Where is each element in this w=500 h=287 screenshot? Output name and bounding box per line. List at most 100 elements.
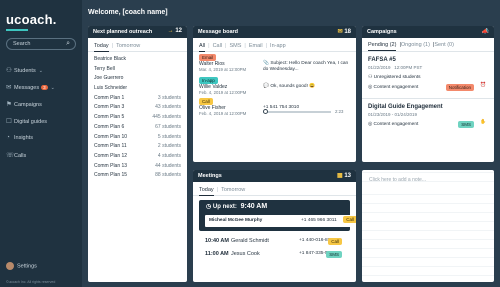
list-item[interactable]: Comm Plan 12 4 students xyxy=(94,153,181,163)
sidebar-item-messages[interactable]: ✉ Messages 3 ⌄ xyxy=(6,83,80,93)
list-item-name: Comm Plan 15 xyxy=(94,172,128,179)
tab-separator: | xyxy=(216,187,219,193)
search-icon: ⌕ xyxy=(66,40,70,47)
tab-today[interactable]: Today xyxy=(199,187,214,196)
campaign-date-value: 01/22/2019 xyxy=(368,65,391,70)
up-next-card[interactable]: ◷ Up next: 9:40 AM Micheal McGee Murphy … xyxy=(199,200,356,231)
message-item[interactable]: Willie Valdez Feb. 4, 2019 at 12:00PM 💬 … xyxy=(199,84,350,96)
list-item[interactable]: Terry Bell xyxy=(94,66,181,76)
paperclip-icon: 📎 xyxy=(263,61,269,66)
filter-all[interactable]: All xyxy=(199,43,206,52)
message-item[interactable]: Walter Rios Mar. 4, 2019 at 12:00PM 📎 Su… xyxy=(199,61,350,75)
list-item[interactable]: Comm Plan 3 43 students xyxy=(94,104,181,114)
message-type-badge: Call xyxy=(199,98,213,105)
tab-pending[interactable]: Pending (2) xyxy=(368,42,397,51)
wave-icon: ✋ xyxy=(480,120,486,125)
list-item[interactable]: Comm Plan 6 67 students xyxy=(94,124,181,134)
outreach-header: Next planned outreach → 12 xyxy=(88,26,187,38)
sidebar: ucoach. Search ⌕ ⚇ Students ⌄ ✉ Messages 3 ⌄ … xyxy=(0,0,82,287)
campaign-title: Digital Guide Engagement xyxy=(368,104,443,110)
filter-email[interactable]: Email xyxy=(249,43,263,51)
filter-separator: | xyxy=(225,43,227,49)
campaign-date: 01/23/2019 - 01/24/2019 xyxy=(368,112,418,117)
meeting-time: 11:00 AM xyxy=(205,251,229,257)
campaigns-header: Campaigns 📣 xyxy=(362,26,494,38)
app-logo[interactable]: ucoach. xyxy=(6,12,57,31)
campaign-item[interactable]: FAFSA #5 01/22/2019 12:00PM PST ⚇ Unregi… xyxy=(362,57,494,93)
schedule-icon: ⏰ xyxy=(480,83,486,88)
tab-tomorrow[interactable]: Tomorrow xyxy=(221,187,245,195)
filter-in-app[interactable]: In-app xyxy=(270,43,286,51)
outreach-tabs: Today | Tomorrow xyxy=(88,43,187,52)
list-item[interactable]: Luis Schneider xyxy=(94,85,181,95)
avatar xyxy=(6,262,14,270)
campaign-time-value: 12:00PM PST xyxy=(394,65,423,70)
up-next-label: Up next: xyxy=(212,204,237,210)
audio-play-handle[interactable] xyxy=(263,109,268,114)
note-placeholder: Click here to add a note... xyxy=(369,177,426,183)
campaign-item[interactable]: Digital Guide Engagement 01/23/2019 - 01… xyxy=(362,98,494,130)
message-type-badge: In-app xyxy=(199,77,218,84)
filter-separator: | xyxy=(244,43,246,49)
campaign-audience: ⚇ Unregistered students xyxy=(368,75,488,83)
list-item[interactable]: Comm Plan 10 5 students xyxy=(94,134,181,144)
page-title: Welcome, [coach name] xyxy=(88,9,168,16)
note-area[interactable]: Click here to add a note... xyxy=(362,170,494,282)
sidebar-item-insights[interactable]: ◔ Insights xyxy=(6,134,80,144)
tab-ongoing[interactable]: Ongoing (1) xyxy=(401,42,430,50)
messages-icon: ✉ xyxy=(6,84,12,91)
sidebar-item-campaigns[interactable]: ⚑ Campaigns xyxy=(6,100,80,110)
list-item-count: 445 students xyxy=(152,114,181,121)
audience-icon: ⚇ xyxy=(368,75,373,80)
campaigns-icon: ⚑ xyxy=(6,101,12,108)
list-item[interactable]: Comm Plan 5 445 students xyxy=(94,114,181,124)
sidebar-item-students[interactable]: ⚇ Students ⌄ xyxy=(6,66,80,76)
megaphone-icon: 📣 xyxy=(481,29,489,35)
list-item-count: 43 students xyxy=(155,104,181,111)
list-item[interactable]: Comm Plan 15 88 students xyxy=(94,172,181,182)
up-next-time: 9:40 AM xyxy=(240,203,268,210)
meeting-type-badge: SMS xyxy=(326,251,342,258)
filter-call[interactable]: Call xyxy=(213,43,222,51)
settings-link[interactable]: Settings xyxy=(6,262,37,270)
outreach-panel: Next planned outreach → 12 Today | Tomorro… xyxy=(88,26,187,282)
list-item-name: Comm Plan 1 xyxy=(94,94,125,101)
filter-sms[interactable]: SMS xyxy=(229,43,241,51)
students-icon: ⚇ xyxy=(6,67,12,74)
sidebar-item-digital-guides[interactable]: ☐ Digital guides xyxy=(6,117,80,127)
audio-progress-bar[interactable] xyxy=(263,109,331,114)
arrow-right-icon: → xyxy=(167,28,174,34)
list-item-name: Comm Plan 13 xyxy=(94,162,128,169)
copyright-text: ©ucoach Inc. All rights reserved xyxy=(6,280,56,284)
list-item-count: 67 students xyxy=(155,123,181,130)
message-date: Feb. 4, 2019 at 12:00PM xyxy=(199,90,247,95)
campaign-title: FAFSA #5 xyxy=(368,57,396,63)
list-item[interactable]: Comm Plan 13 44 students xyxy=(94,163,181,173)
message-item[interactable]: Olive Fisher Feb. 4, 2019 at 12:00PM +1 … xyxy=(199,105,350,117)
tab-tomorrow[interactable]: Tomorrow xyxy=(116,43,140,51)
list-item[interactable]: Joe Guerrero xyxy=(94,75,181,85)
tab-sent[interactable]: Sent (0) xyxy=(434,42,454,50)
list-item[interactable]: Comm Plan 11 2 students xyxy=(94,143,181,153)
message-preview: 💬 Ok, sounds good! 😀 xyxy=(263,84,353,90)
meetings-panel: Meetings ▦ 13 Today | Tomorrow ◷ Up next: … xyxy=(193,170,356,282)
list-item[interactable]: Comm Plan 1 3 students xyxy=(94,95,181,105)
meeting-row[interactable]: 10:40 AM Gerald Schmidt +1 440-016-8116 … xyxy=(199,235,350,248)
tab-today[interactable]: Today xyxy=(94,43,109,52)
sidebar-item-label: Messages xyxy=(14,85,40,91)
list-item-count: 3 students xyxy=(157,94,181,101)
outreach-list: Beatrice Black Terry Bell Joe Guerrero L… xyxy=(88,52,187,186)
list-item[interactable]: Beatrice Black xyxy=(94,56,181,66)
meeting-name: Gerald Schmidt xyxy=(231,238,269,244)
message-filters: All | Call | SMS | Email | In-app xyxy=(193,43,356,52)
meeting-row[interactable]: 11:00 AM Jesus Cook +1 847-335-5171 SMS xyxy=(199,248,350,261)
sidebar-item-calls[interactable]: ☏Calls xyxy=(6,151,80,161)
list-item-name: Comm Plan 12 xyxy=(94,152,128,159)
search-input[interactable]: Search ⌕ xyxy=(6,38,76,50)
insights-icon: ◔ xyxy=(6,134,10,141)
logo-underline xyxy=(6,29,28,31)
list-item-count: 4 students xyxy=(157,152,181,159)
sidebar-item-label: Digital guides xyxy=(14,119,48,125)
campaign-channel-badge: Notification xyxy=(445,84,474,91)
message-date: Mar. 4, 2019 at 12:00PM xyxy=(199,67,247,72)
